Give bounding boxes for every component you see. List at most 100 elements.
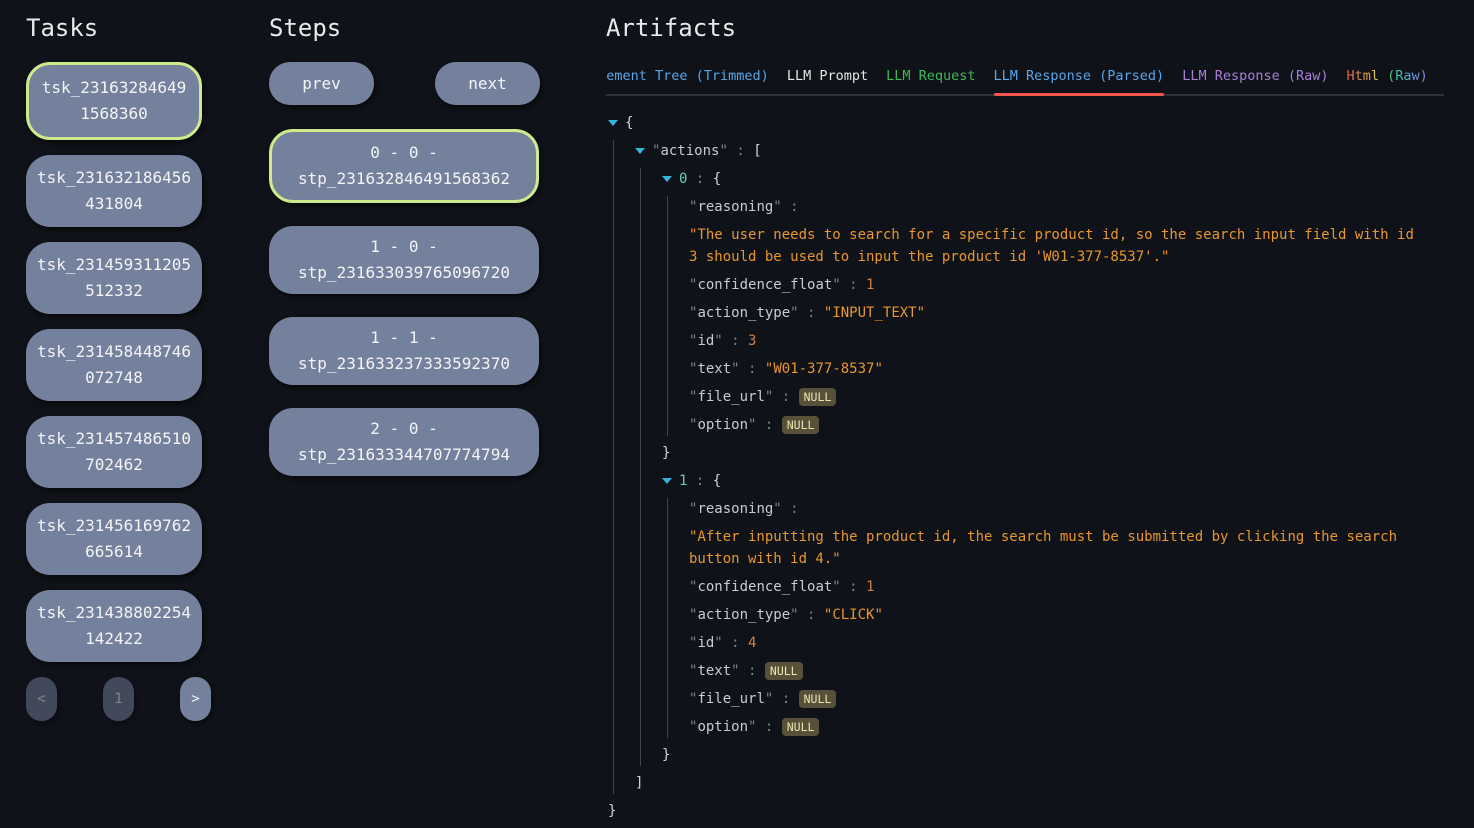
json-quote: " [689,632,697,654]
json-array-index: 1 [679,470,687,492]
step-button[interactable]: 1 - 0 - stp_231633039765096720 [269,226,539,294]
artifact-tab[interactable]: Html (Raw) [1347,62,1428,94]
json-field-row: "file_url" : NULL [689,386,1418,408]
json-string-value: "CLICK" [824,604,883,626]
steps-title: Steps [269,14,540,42]
json-colon: : [728,140,753,162]
pagination-prev-button[interactable]: < [26,677,57,721]
steps-nav: prev next [269,62,540,105]
task-button[interactable]: tsk_231459311205512332 [26,242,202,314]
json-field-row: "option" : NULL [689,716,1418,738]
json-null-badge: NULL [799,388,837,406]
collapse-caret-icon[interactable] [662,168,679,190]
task-button[interactable]: tsk_231632846491568360 [26,62,202,140]
task-button[interactable]: tsk_231438802254142422 [26,590,202,662]
json-node-row: "actions" : [ [635,140,1418,162]
json-node-row: 0 : { [662,168,1418,190]
pagination-next-button[interactable]: > [180,677,211,721]
json-null-badge: NULL [799,690,837,708]
json-quote: " [689,688,697,710]
json-quote: " [652,140,660,162]
step-button[interactable]: 0 - 0 - stp_231632846491568362 [269,129,539,203]
step-button[interactable]: 1 - 1 - stp_231633237333592370 [269,317,539,385]
json-quote: " [689,576,697,598]
json-quote: " [689,716,697,738]
json-quote: " [689,330,697,352]
artifact-tab[interactable]: Element Tree (Trimmed) [606,62,769,94]
json-close-bracket: } [662,744,670,766]
next-step-button[interactable]: next [435,62,540,105]
step-list: 0 - 0 - stp_231632846491568362 1 - 0 - st… [269,129,540,476]
json-key: reasoning [697,498,773,520]
json-quote: " [832,576,840,598]
collapse-caret-icon[interactable] [662,470,679,492]
json-string-value: "W01-377-8537" [765,358,883,380]
json-open-bracket: { [713,168,721,190]
json-close-bracket: } [662,442,670,464]
json-field-row: "confidence_float" : 1 [689,274,1418,296]
json-number-value: 4 [748,632,756,654]
json-quote: " [714,632,722,654]
json-field-row: "action_type" : "INPUT_TEXT" [689,302,1418,324]
json-quote: " [714,330,722,352]
json-quote: " [689,498,697,520]
json-key: action_type [697,302,790,324]
json-colon: : [756,716,781,738]
tasks-panel: Tasks tsk_231632846491568360tsk_23163218… [26,0,204,721]
artifact-tab[interactable]: LLM Request [886,62,975,94]
tasks-pagination: < 1 > [26,677,211,721]
json-quote: " [731,660,739,682]
json-node-row: 1 : { [662,470,1418,492]
collapse-caret-icon[interactable] [635,140,652,162]
steps-panel: Steps prev next 0 - 0 - stp_231632846491… [269,0,540,499]
json-field-row: "id" : 4 [689,632,1418,654]
collapse-caret-icon[interactable] [608,112,625,134]
json-number-value: 1 [866,576,874,598]
json-colon: : [723,632,748,654]
artifacts-title: Artifacts [606,14,1444,42]
json-key: text [697,660,731,682]
json-colon: : [756,414,781,436]
json-node-row: { [608,112,1418,134]
json-colon: : [773,688,798,710]
json-key: id [697,330,714,352]
task-button[interactable]: tsk_231632186456431804 [26,155,202,227]
json-quote: " [689,414,697,436]
json-children: "reasoning" : "After inputting the produ… [667,498,1418,738]
json-key: id [697,632,714,654]
pagination-page-button[interactable]: 1 [103,677,134,721]
task-button[interactable]: tsk_231456169762665614 [26,503,202,575]
json-open-bracket: [ [753,140,761,162]
json-number-value: 3 [748,330,756,352]
json-array-index: 0 [679,168,687,190]
task-button[interactable]: tsk_231457486510702462 [26,416,202,488]
json-key: actions [660,140,719,162]
json-quote: " [719,140,727,162]
json-field-row: "text" : "W01-377-8537" [689,358,1418,380]
json-key: option [697,716,748,738]
json-null-badge: NULL [765,662,803,680]
artifacts-panel: Artifacts Element Tree (Trimmed) LLM Prom… [606,0,1444,828]
artifact-tab[interactable]: LLM Response (Parsed) [994,62,1165,94]
task-button[interactable]: tsk_231458448746072748 [26,329,202,401]
json-colon: : [841,576,866,598]
prev-step-button[interactable]: prev [269,62,374,105]
artifacts-tab-bar: Element Tree (Trimmed) LLM Prompt LLM Requ… [606,62,1444,96]
json-quote: " [689,274,697,296]
json-key: confidence_float [697,274,832,296]
json-children: "actions" : [0 : {"reasoning" : "The use… [613,140,1418,794]
json-quote: " [748,716,756,738]
json-open-bracket: { [713,470,721,492]
json-quote: " [832,274,840,296]
json-colon: : [740,660,765,682]
json-field-row: "option" : NULL [689,414,1418,436]
artifact-tab[interactable]: LLM Response (Raw) [1182,62,1328,94]
step-button[interactable]: 2 - 0 - stp_231633344707774794 [269,408,539,476]
task-list: tsk_231632846491568360 tsk_23163218645643… [26,62,204,662]
json-quote: " [773,196,781,218]
artifact-tab[interactable]: LLM Prompt [787,62,868,94]
json-field-row: "action_type" : "CLICK" [689,604,1418,626]
json-close-bracket: ] [635,772,643,794]
json-colon: : [782,498,807,520]
json-key: option [697,414,748,436]
